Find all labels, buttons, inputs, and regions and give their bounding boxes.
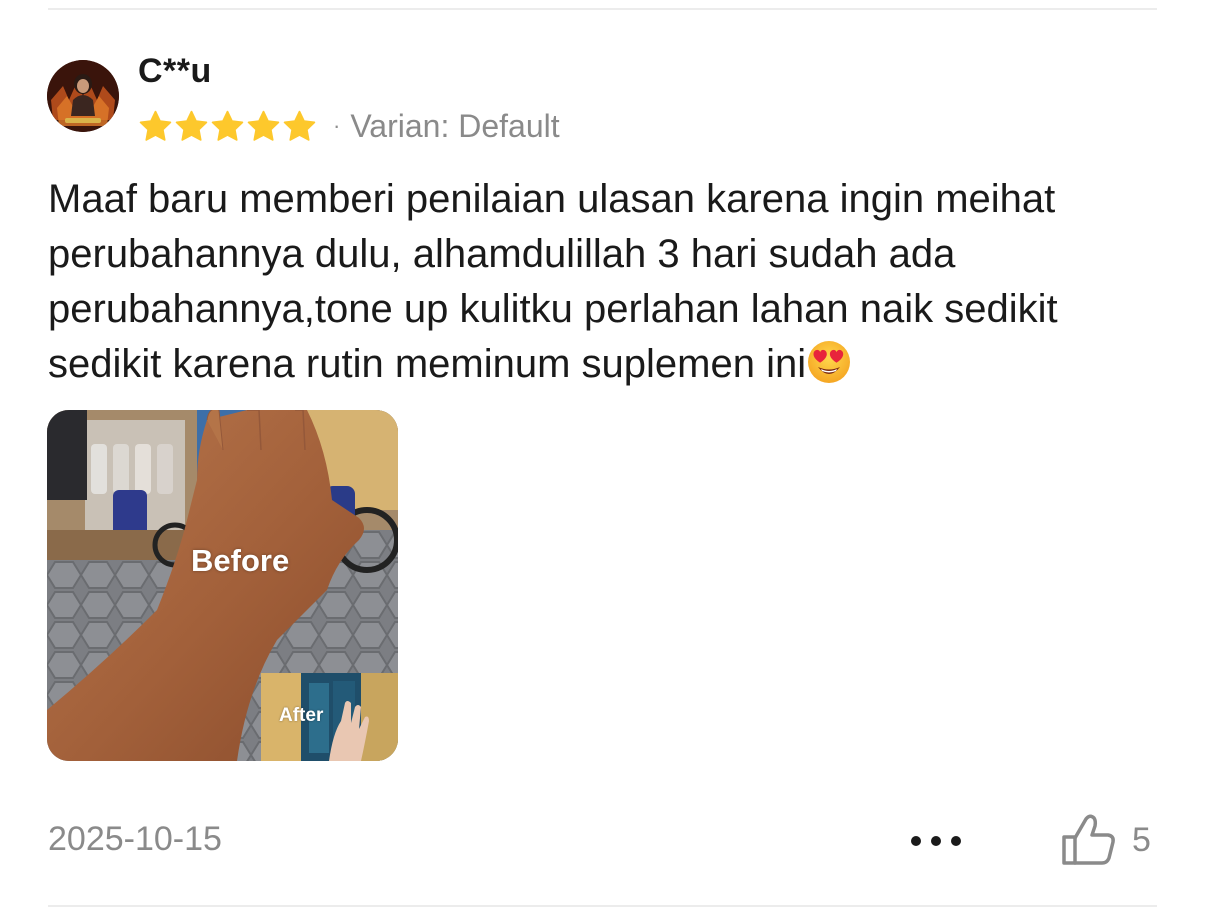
- ellipsis-icon: [911, 836, 961, 846]
- reviewer-name: C**u: [138, 52, 212, 90]
- heart-eyes-emoji-icon: [806, 339, 852, 385]
- variant-label: Varian: Default: [350, 107, 560, 144]
- star-icon: [210, 109, 245, 144]
- star-icon: [174, 109, 209, 144]
- review-text-content: Maaf baru memberi penilaian ulasan karen…: [48, 177, 1058, 386]
- after-label: After: [279, 705, 324, 726]
- review-photo[interactable]: Before After: [47, 410, 398, 761]
- star-rating: [138, 109, 317, 144]
- star-icon: [282, 109, 317, 144]
- like-button[interactable]: 5: [1060, 810, 1151, 870]
- star-icon: [246, 109, 281, 144]
- like-count: 5: [1132, 820, 1151, 859]
- thumbs-up-icon: [1062, 814, 1115, 865]
- avatar[interactable]: [47, 60, 119, 132]
- review-date: 2025-10-15: [48, 820, 222, 858]
- rating-row: · Varian: Default: [138, 104, 560, 148]
- review-text: Maaf baru memberi penilaian ulasan karen…: [48, 172, 1168, 392]
- avatar-image: [47, 60, 119, 132]
- separator-dot: ·: [333, 113, 341, 138]
- more-options-button[interactable]: [906, 826, 966, 856]
- top-divider: [48, 8, 1157, 10]
- star-icon: [138, 109, 173, 144]
- before-label: Before: [191, 543, 290, 578]
